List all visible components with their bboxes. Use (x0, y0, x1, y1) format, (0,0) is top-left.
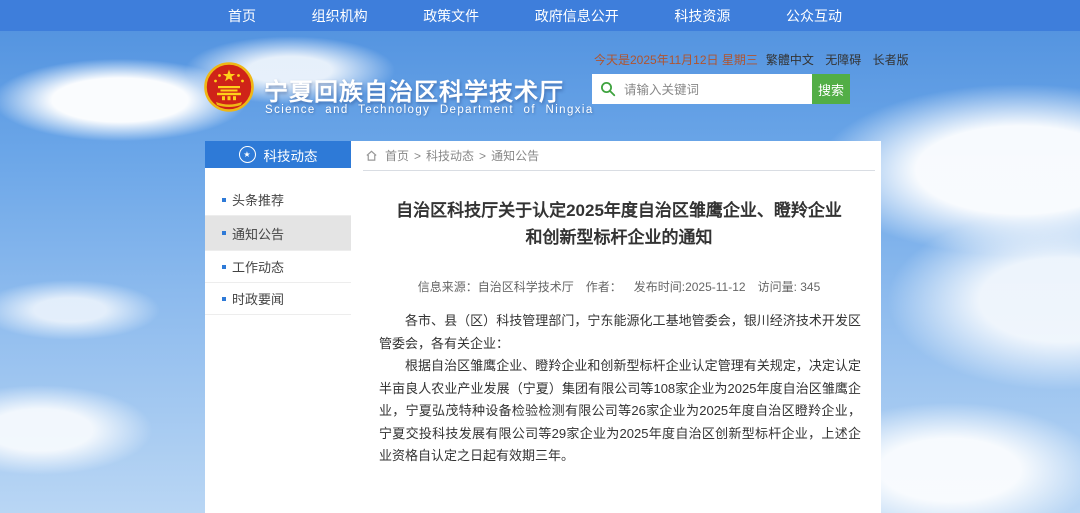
meta-author: 作者： (586, 278, 622, 295)
bullet-dot-icon (222, 231, 226, 235)
header-quick-links: 繁體中文 无障碍 长者版 (758, 51, 909, 68)
article-paragraph: 各市、县（区）科技管理部门，宁东能源化工基地管委会，银川经济技术开发区管委会，各… (379, 310, 861, 355)
meta-source: 信息来源：自治区科学技术厅 (418, 278, 574, 295)
article-meta: 信息来源：自治区科学技术厅 作者： 发布时间:2025-11-12 访问量: 3… (363, 278, 875, 295)
nav-item-organization[interactable]: 组织机构 (312, 6, 368, 26)
page: 首页 组织机构 政策文件 政府信息公开 科技资源 公众互动 宁夏回族自治区科学技… (0, 0, 1080, 513)
nav-item-resources[interactable]: 科技资源 (674, 6, 730, 26)
sidebar-menu: 头条推荐 通知公告 工作动态 时政要闻 (205, 184, 351, 315)
search-input[interactable] (622, 74, 806, 106)
star-circle-icon: ★ (239, 146, 256, 163)
link-elder-version[interactable]: 长者版 (873, 53, 909, 67)
top-nav-bar: 首页 组织机构 政策文件 政府信息公开 科技资源 公众互动 (0, 0, 1080, 31)
link-traditional-chinese[interactable]: 繁體中文 (766, 53, 814, 67)
sidebar-header: ★ 科技动态 (205, 141, 351, 168)
sidebar-item-label: 时政要闻 (232, 289, 284, 308)
sidebar-item-label: 工作动态 (232, 257, 284, 276)
header-top-row: 今天是2025年11月12日 星期三 繁體中文 无障碍 长者版 (594, 51, 872, 68)
nav-item-policy[interactable]: 政策文件 (423, 6, 479, 26)
sidebar-item-label: 通知公告 (232, 224, 284, 243)
sidebar-item-label: 头条推荐 (232, 190, 284, 209)
top-nav-menu: 首页 组织机构 政策文件 政府信息公开 科技资源 公众互动 (228, 0, 842, 31)
article-title: 自治区科技厅关于认定2025年度自治区雏鹰企业、瞪羚企业 和创新型标杆企业的通知 (363, 197, 875, 251)
search-box (592, 74, 812, 104)
national-emblem-logo (204, 62, 254, 112)
breadcrumb-current[interactable]: 通知公告 (491, 147, 539, 164)
article-body: 各市、县（区）科技管理部门，宁东能源化工基地管委会，银川经济技术开发区管委会，各… (363, 310, 875, 468)
nav-item-interaction[interactable]: 公众互动 (786, 6, 842, 26)
bullet-dot-icon (222, 265, 226, 269)
nav-item-home[interactable]: 首页 (228, 6, 256, 26)
nav-item-gov-info[interactable]: 政府信息公开 (535, 6, 619, 26)
meta-views: 访问量: 345 (758, 278, 821, 295)
sidebar-item-notices[interactable]: 通知公告 (205, 216, 351, 251)
current-date-text: 今天是2025年11月12日 星期三 (594, 51, 758, 68)
site-title: 宁夏回族自治区科学技术厅 (264, 72, 564, 107)
bullet-dot-icon (222, 198, 226, 202)
article-title-line1: 自治区科技厅关于认定2025年度自治区雏鹰企业、瞪羚企业 (363, 197, 875, 224)
link-accessibility[interactable]: 无障碍 (825, 53, 861, 67)
sidebar: ★ 科技动态 头条推荐 通知公告 工作动态 时政要闻 (205, 141, 351, 315)
breadcrumb: 首页 > 科技动态 > 通知公告 (363, 141, 875, 171)
content-card: ★ 科技动态 头条推荐 通知公告 工作动态 时政要闻 (205, 141, 881, 513)
search-icon (600, 81, 616, 97)
sidebar-title: 科技动态 (264, 145, 318, 165)
breadcrumb-separator: > (414, 149, 421, 163)
meta-publish-time: 发布时间:2025-11-12 (634, 278, 746, 295)
main-content: 首页 > 科技动态 > 通知公告 自治区科技厅关于认定2025年度自治区雏鹰企业… (363, 141, 875, 513)
article-title-line2: 和创新型标杆企业的通知 (363, 224, 875, 251)
sidebar-item-headlines[interactable]: 头条推荐 (205, 184, 351, 216)
sidebar-item-political-news[interactable]: 时政要闻 (205, 283, 351, 315)
site-subtitle-english: Science and Technology Department of Nin… (265, 104, 594, 116)
home-icon (365, 149, 378, 162)
bullet-dot-icon (222, 297, 226, 301)
article-paragraph: 根据自治区雏鹰企业、瞪羚企业和创新型标杆企业认定管理有关规定，决定认定半亩良人农… (379, 355, 861, 468)
breadcrumb-separator: > (479, 149, 486, 163)
breadcrumb-home[interactable]: 首页 (385, 147, 409, 164)
search-button[interactable]: 搜索 (812, 74, 850, 104)
search-bar: 搜索 (592, 74, 850, 104)
breadcrumb-section[interactable]: 科技动态 (426, 147, 474, 164)
sidebar-item-work-trends[interactable]: 工作动态 (205, 251, 351, 283)
